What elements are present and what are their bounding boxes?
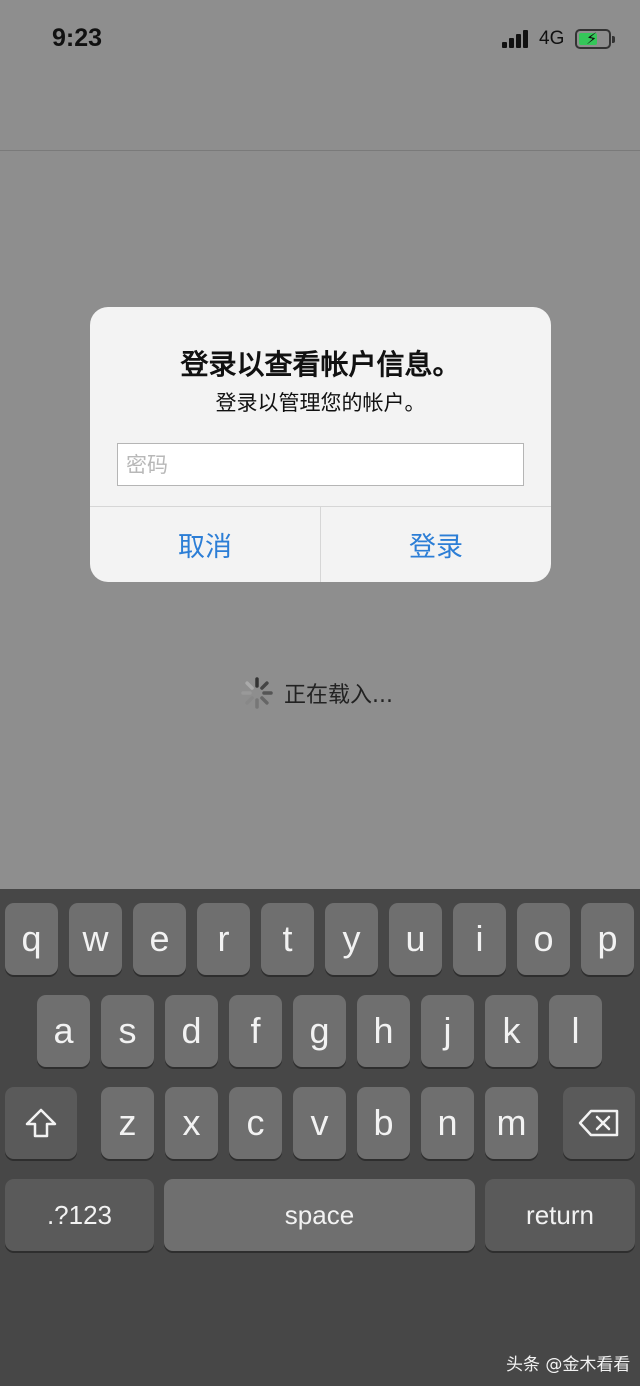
status-bar: 9:23 4G ⚡ [0, 0, 640, 80]
key-l[interactable]: l [549, 995, 602, 1067]
watermark: 头条 @金木看看 [506, 1355, 631, 1375]
key-z[interactable]: z [101, 1087, 154, 1159]
key-r[interactable]: r [197, 903, 250, 975]
key-k[interactable]: k [485, 995, 538, 1067]
spinner-icon [241, 677, 273, 709]
login-button[interactable]: 登录 [321, 507, 551, 582]
key-h[interactable]: h [357, 995, 410, 1067]
password-input[interactable] [117, 443, 524, 486]
keyboard: .?123 space return qwertyuiop asdfghjkl zx… [0, 889, 640, 1386]
cancel-button[interactable]: 取消 [90, 507, 320, 582]
charging-bolt-icon: ⚡ [586, 29, 598, 48]
key-y[interactable]: y [325, 903, 378, 975]
alert-title: 登录以查看帐户信息。 [180, 348, 461, 381]
network-type: 4G [539, 28, 565, 49]
key-e[interactable]: e [133, 903, 186, 975]
key-t[interactable]: t [261, 903, 314, 975]
numbers-key[interactable]: .?123 [5, 1179, 154, 1251]
nav-divider [0, 150, 640, 151]
loading-text: 正在载入... [284, 683, 393, 708]
key-n[interactable]: n [421, 1087, 474, 1159]
key-d[interactable]: d [165, 995, 218, 1067]
key-i[interactable]: i [453, 903, 506, 975]
key-w[interactable]: w [69, 903, 122, 975]
key-u[interactable]: u [389, 903, 442, 975]
loading-indicator: 正在载入... [240, 675, 393, 711]
key-a[interactable]: a [37, 995, 90, 1067]
status-time: 9:23 [52, 24, 103, 52]
key-p[interactable]: p [581, 903, 634, 975]
login-alert: 登录以查看帐户信息。 登录以管理您的帐户。 取消 登录 [90, 307, 551, 582]
key-v[interactable]: v [293, 1087, 346, 1159]
alert-message: 登录以管理您的帐户。 [215, 391, 426, 415]
return-key[interactable]: return [485, 1179, 635, 1251]
key-c[interactable]: c [229, 1087, 282, 1159]
key-m[interactable]: m [485, 1087, 538, 1159]
shift-key[interactable] [5, 1087, 77, 1159]
key-o[interactable]: o [517, 903, 570, 975]
battery-icon: ⚡ [575, 29, 615, 49]
shift-icon [25, 1108, 57, 1138]
delete-key[interactable] [563, 1087, 635, 1159]
key-j[interactable]: j [421, 995, 474, 1067]
delete-icon [578, 1109, 619, 1137]
key-f[interactable]: f [229, 995, 282, 1067]
key-q[interactable]: q [5, 903, 58, 975]
key-s[interactable]: s [101, 995, 154, 1067]
key-b[interactable]: b [357, 1087, 410, 1159]
signal-icon [502, 30, 532, 48]
key-x[interactable]: x [165, 1087, 218, 1159]
key-g[interactable]: g [293, 995, 346, 1067]
space-key[interactable]: space [164, 1179, 475, 1251]
